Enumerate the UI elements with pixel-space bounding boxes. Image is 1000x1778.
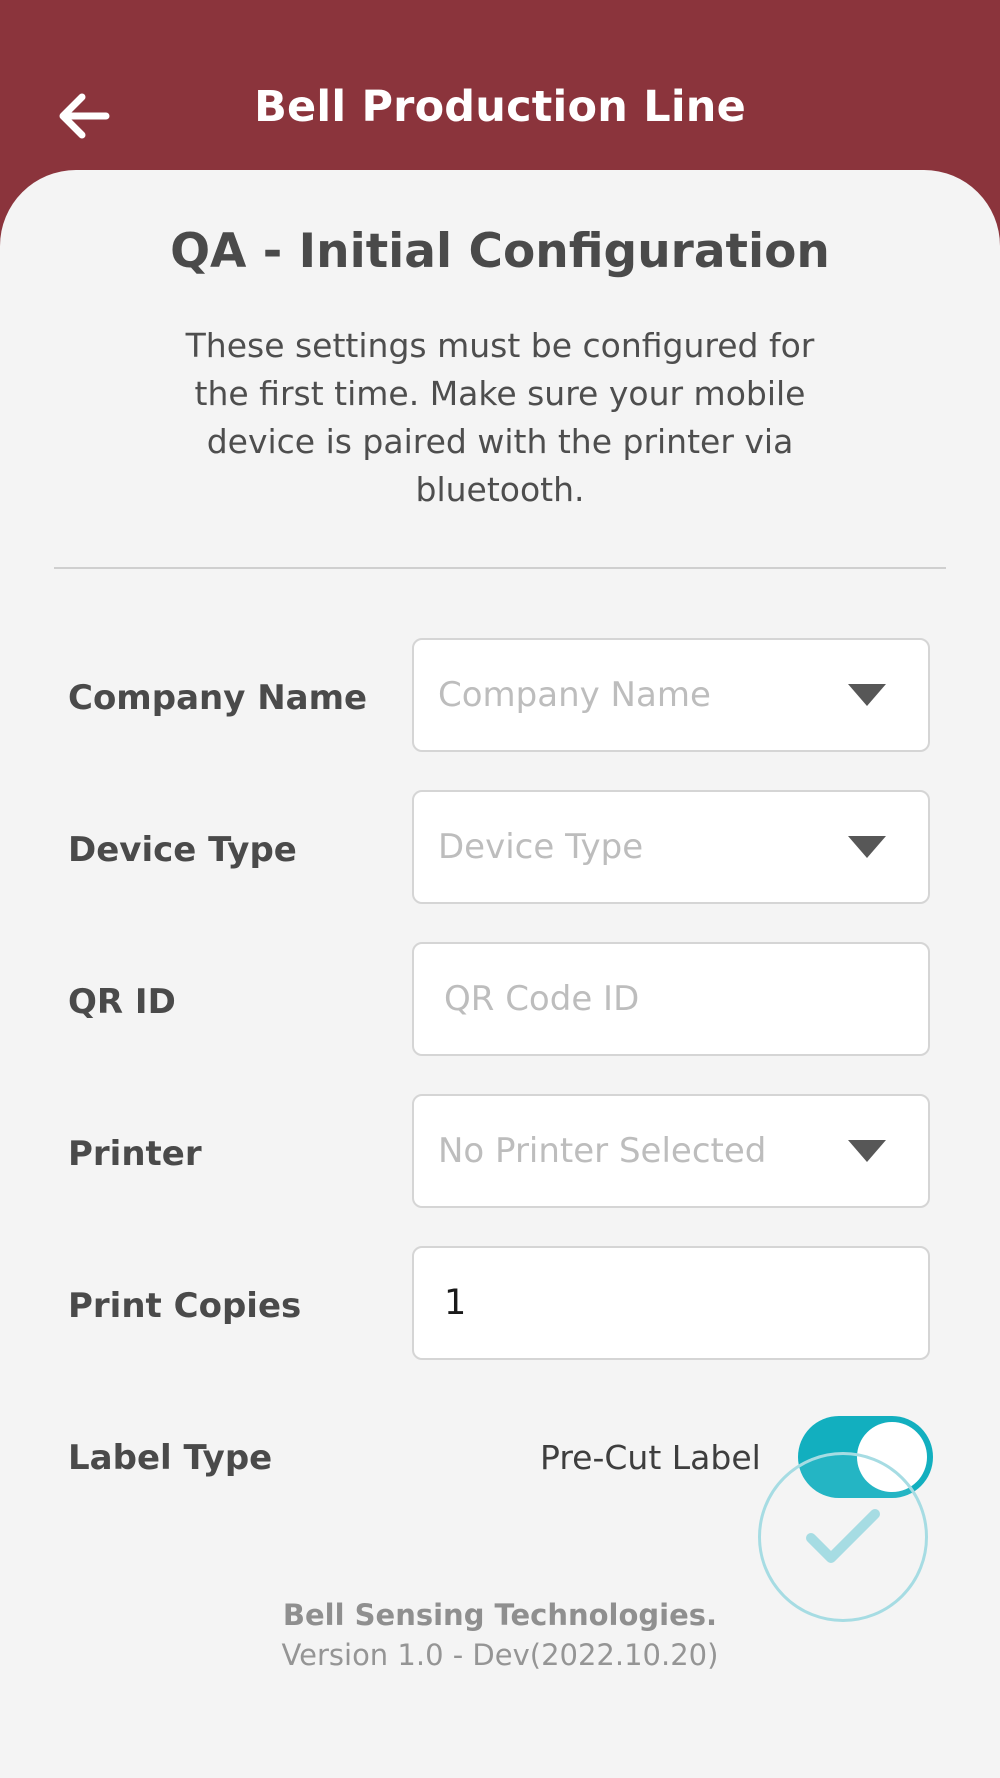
page-description: These settings must be configured for th… <box>185 326 815 509</box>
printer-label: Printer <box>68 1134 202 1174</box>
confirm-button[interactable] <box>758 1452 928 1622</box>
company-name-placeholder: Company Name <box>438 675 711 715</box>
header-title: Bell Production Line <box>254 82 746 132</box>
pre-cut-label-text: Pre-Cut Label <box>540 1437 761 1477</box>
qr-id-placeholder: QR Code ID <box>444 979 640 1019</box>
chevron-down-icon <box>848 684 886 706</box>
device-type-label: Device Type <box>68 830 297 870</box>
printer-dropdown[interactable]: No Printer Selected <box>412 1094 930 1208</box>
print-copies-value: 1 <box>444 1283 467 1323</box>
printer-placeholder: No Printer Selected <box>438 1131 767 1171</box>
print-copies-label: Print Copies <box>68 1286 302 1326</box>
chevron-down-icon <box>848 1140 886 1162</box>
device-type-placeholder: Device Type <box>438 827 644 867</box>
page-title: QA - Initial Configuration <box>170 224 830 279</box>
chevron-down-icon <box>848 836 886 858</box>
company-name-label: Company Name <box>68 678 368 718</box>
print-copies-input[interactable]: 1 <box>412 1246 930 1360</box>
label-type-label: Label Type <box>68 1438 273 1478</box>
qr-id-label: QR ID <box>68 982 176 1022</box>
divider <box>54 567 946 569</box>
device-type-dropdown[interactable]: Device Type <box>412 790 930 904</box>
qr-id-input[interactable]: QR Code ID <box>412 942 930 1056</box>
checkmark-icon <box>806 1509 880 1563</box>
footer-version: Version 1.0 - Dev(2022.10.20) <box>281 1638 719 1672</box>
footer-company: Bell Sensing Technologies. <box>282 1598 718 1632</box>
company-name-dropdown[interactable]: Company Name <box>412 638 930 752</box>
